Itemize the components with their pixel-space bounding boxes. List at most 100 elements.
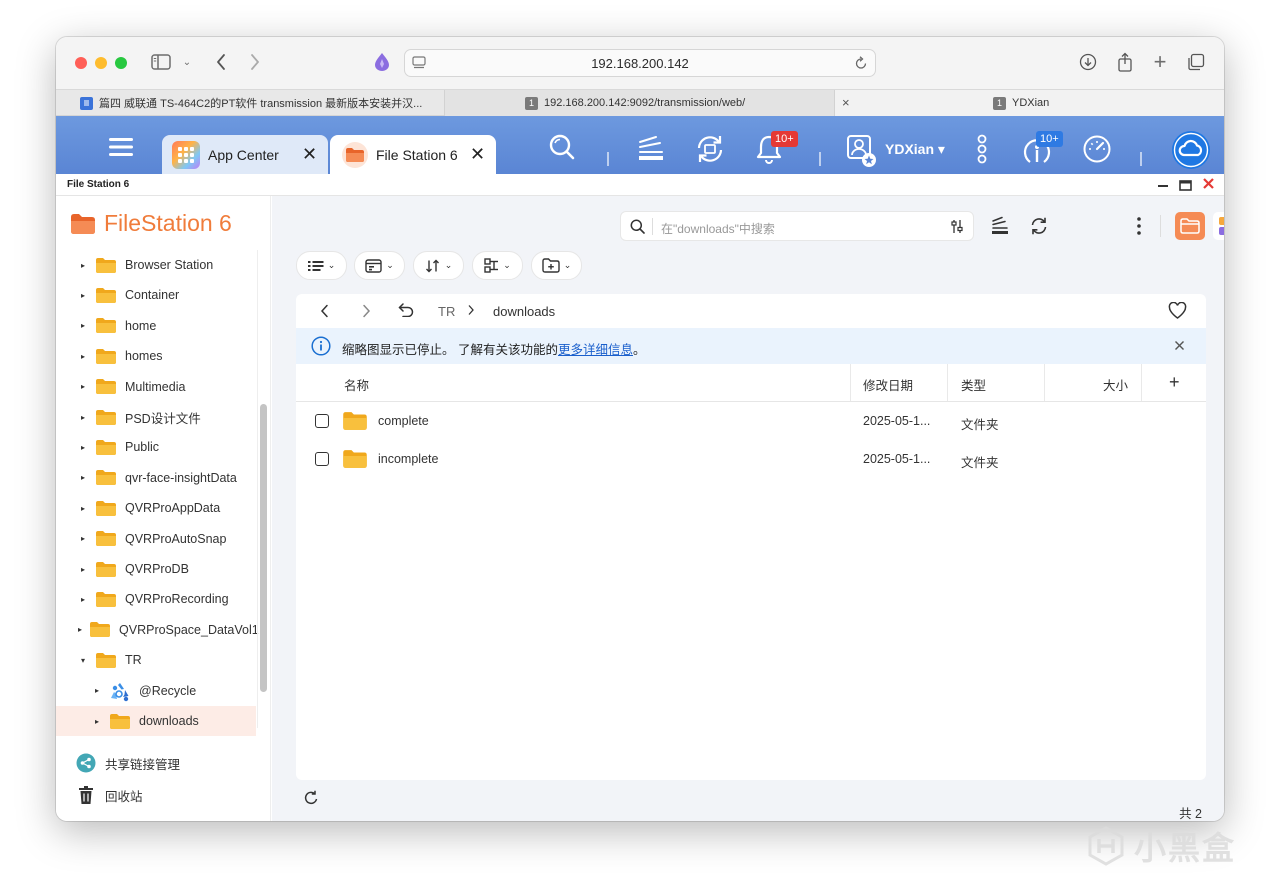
sidebar-folder-qvrproappdata[interactable]: ▸ QVRProAppData xyxy=(56,493,256,523)
caret-collapsed-icon[interactable]: ▸ xyxy=(78,625,82,634)
sidebar-folder-home[interactable]: ▸ home xyxy=(56,311,256,341)
caret-collapsed-icon[interactable]: ▸ xyxy=(78,473,88,482)
close-app-icon[interactable] xyxy=(1202,177,1215,195)
search-placeholder[interactable]: 在"downloads"中搜索 xyxy=(661,220,775,237)
restore-icon[interactable] xyxy=(1179,178,1192,196)
column-size[interactable]: 大小 xyxy=(1103,375,1128,394)
reload-icon[interactable] xyxy=(854,55,868,76)
qnap-tab-app-center[interactable]: App Center ✕ xyxy=(162,135,328,174)
browser-tab-article[interactable]: 篇四 威联通 TS-464C2的PT软件 transmission 最新版本安装… xyxy=(56,90,445,116)
sidebar-folder-browser-station[interactable]: ▸ Browser Station xyxy=(56,250,256,280)
parent-folder-icon[interactable] xyxy=(398,303,414,320)
recycle-bin-item[interactable]: 回收站 xyxy=(76,785,143,805)
tab-overview-icon[interactable] xyxy=(1186,50,1206,74)
close-tab-icon[interactable]: × xyxy=(842,95,850,110)
sidebar-folder-psd设计文件[interactable]: ▸ PSD设计文件 xyxy=(56,402,256,432)
row-checkbox[interactable] xyxy=(315,452,329,466)
background-tasks-icon[interactable] xyxy=(636,134,666,167)
close-window-button[interactable] xyxy=(75,57,87,69)
chevron-down-icon[interactable]: ⌄ xyxy=(180,50,194,74)
sidebar-folder-qvrproautosnap[interactable]: ▸ QVRProAutoSnap xyxy=(56,524,256,554)
breadcrumb-parent[interactable]: TR xyxy=(438,304,455,319)
zoom-window-button[interactable] xyxy=(115,57,127,69)
share-links-item[interactable]: 共享链接管理 xyxy=(76,753,180,773)
sidebar-folder-qvrprodb[interactable]: ▸ QVRProDB xyxy=(56,554,256,584)
caret-collapsed-icon[interactable]: ▸ xyxy=(78,534,88,543)
extension-icon[interactable] xyxy=(372,50,392,74)
main-menu-icon[interactable] xyxy=(108,134,134,165)
search-icon[interactable] xyxy=(548,133,576,166)
sort-dropdown[interactable]: ⌄ xyxy=(413,251,464,280)
new-tab-icon[interactable]: + xyxy=(1150,49,1170,74)
search-box[interactable]: 在"downloads"中搜索 xyxy=(620,211,974,241)
sidebar-folder-qvrprospace-datavol1[interactable]: ▸ QVRProSpace_DataVol1 xyxy=(56,615,259,645)
caret-collapsed-icon[interactable]: ▸ xyxy=(78,261,88,270)
file-name[interactable]: complete xyxy=(378,414,429,428)
column-divider[interactable] xyxy=(1044,364,1045,401)
close-icon[interactable] xyxy=(1174,340,1185,354)
caret-collapsed-icon[interactable]: ▸ xyxy=(78,595,88,604)
user-avatar-icon[interactable] xyxy=(846,134,876,173)
column-divider[interactable] xyxy=(1141,364,1142,401)
downloads-icon[interactable] xyxy=(1078,50,1098,74)
back-arrow-icon[interactable] xyxy=(320,304,329,321)
favorite-heart-icon[interactable] xyxy=(1168,301,1187,322)
add-column-button[interactable]: + xyxy=(1169,372,1180,393)
column-type[interactable]: 类型 xyxy=(961,375,986,394)
column-name[interactable]: 名称 xyxy=(344,375,369,394)
caret-collapsed-icon[interactable]: ▸ xyxy=(78,321,88,330)
forward-arrow-icon[interactable] xyxy=(246,50,264,74)
table-row[interactable]: complete 2025-05-1... 文件夹 xyxy=(296,402,1206,440)
details-dropdown[interactable]: ⌄ xyxy=(354,251,405,280)
more-options-icon[interactable] xyxy=(976,134,988,171)
caret-collapsed-icon[interactable]: ▸ xyxy=(78,352,88,361)
browser-tab-transmission[interactable]: 1 192.168.200.142:9092/transmission/web/ xyxy=(445,90,835,116)
minimize-window-button[interactable] xyxy=(95,57,107,69)
sidebar-toggle-icon[interactable] xyxy=(150,50,172,74)
view-mode-dropdown[interactable]: ⌄ xyxy=(296,251,347,280)
browser-tab-ydxian[interactable]: × 1 YDXian xyxy=(835,90,1224,116)
caret-collapsed-icon[interactable]: ▸ xyxy=(78,565,88,574)
background-tasks-icon[interactable] xyxy=(990,216,1010,241)
refresh-icon[interactable] xyxy=(1029,216,1049,241)
column-divider[interactable] xyxy=(850,364,851,401)
file-name[interactable]: incomplete xyxy=(378,452,438,466)
caret-collapsed-icon[interactable]: ▸ xyxy=(78,382,88,391)
sync-icon[interactable] xyxy=(694,134,726,169)
caret-collapsed-icon[interactable]: ▸ xyxy=(78,291,88,300)
more-vertical-icon[interactable] xyxy=(1136,216,1142,241)
group-dropdown[interactable]: ⌄ xyxy=(472,251,523,280)
row-checkbox[interactable] xyxy=(315,414,329,428)
user-menu[interactable]: YDXian ▾ xyxy=(885,141,945,158)
column-divider[interactable] xyxy=(947,364,948,401)
sidebar-folder-tr[interactable]: ▾ TR xyxy=(56,645,256,675)
table-row[interactable]: incomplete 2025-05-1... 文件夹 xyxy=(296,440,1206,478)
sidebar-folder-homes[interactable]: ▸ homes xyxy=(56,341,256,371)
myqnapcloud-icon[interactable] xyxy=(1171,130,1211,175)
folder-view-button[interactable] xyxy=(1175,212,1205,240)
back-arrow-icon[interactable] xyxy=(212,50,230,74)
forward-arrow-icon[interactable] xyxy=(362,304,371,321)
caret-collapsed-icon[interactable]: ▸ xyxy=(92,686,102,695)
create-dropdown[interactable]: ⌄ xyxy=(531,251,582,280)
close-icon[interactable]: ✕ xyxy=(302,144,317,165)
caret-collapsed-icon[interactable]: ▸ xyxy=(78,504,88,513)
qnap-tab-file-station[interactable]: File Station 6 ✕ xyxy=(330,135,496,174)
caret-collapsed-icon[interactable]: ▸ xyxy=(92,717,102,726)
sidebar-folder-container[interactable]: ▸ Container xyxy=(56,280,256,310)
sidebar-folder-multimedia[interactable]: ▸ Multimedia xyxy=(56,372,256,402)
apps-grid-button[interactable] xyxy=(1213,212,1224,240)
minimize-icon[interactable] xyxy=(1157,178,1169,196)
more-details-link[interactable]: 更多详细信息 xyxy=(558,343,633,357)
sidebar-folder-downloads[interactable]: ▸ downloads xyxy=(56,706,256,736)
sidebar-folder-qvrprorecording[interactable]: ▸ QVRProRecording xyxy=(56,584,256,614)
sidebar-folder-qvr-face-insightdata[interactable]: ▸ qvr-face-insightData xyxy=(56,463,256,493)
close-icon[interactable]: ✕ xyxy=(470,144,485,165)
filter-sliders-icon[interactable] xyxy=(950,219,964,239)
caret-collapsed-icon[interactable]: ▸ xyxy=(78,413,88,422)
resource-monitor-icon[interactable] xyxy=(1082,134,1112,169)
caret-collapsed-icon[interactable]: ▸ xyxy=(78,443,88,452)
caret-expanded-icon[interactable]: ▾ xyxy=(78,656,88,665)
refresh-icon[interactable] xyxy=(303,790,319,811)
column-modified[interactable]: 修改日期 xyxy=(863,375,913,394)
